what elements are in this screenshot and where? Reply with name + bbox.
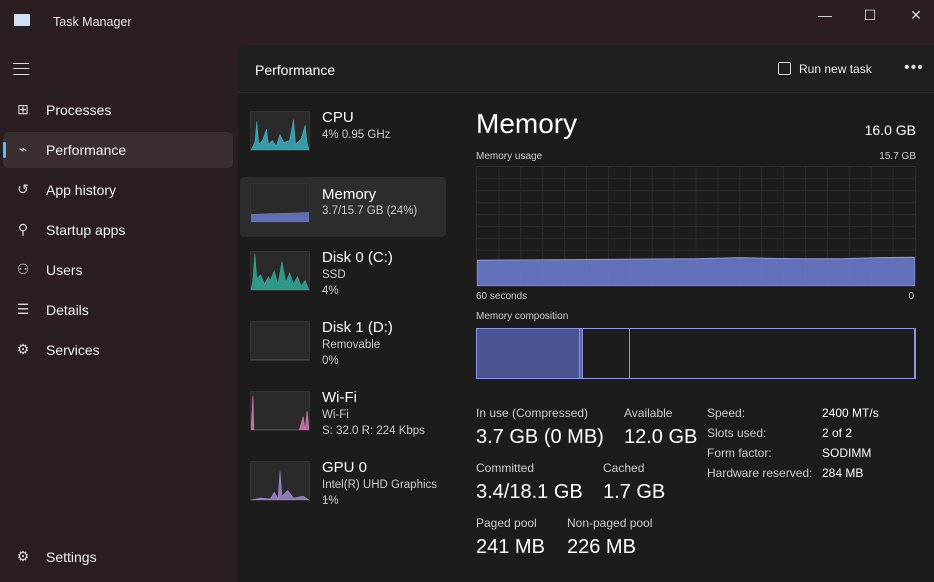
- device-item-disk-0-c[interactable]: Disk 0 (C:) SSD 4%: [240, 241, 446, 311]
- sidebar-item-app-history[interactable]: ↺ App history: [3, 172, 233, 208]
- spec-value: 284 MB: [822, 466, 864, 480]
- hamburger-menu-icon[interactable]: [13, 63, 29, 75]
- task-manager-icon: [14, 14, 30, 26]
- sidebar-item-label: Users: [46, 262, 83, 278]
- usage-max: 15.7 GB: [879, 151, 916, 162]
- sidebar-item-services[interactable]: ⚙ Services: [3, 332, 233, 368]
- paged-pool-label: Paged pool: [476, 516, 537, 530]
- spec-value: SODIMM: [822, 446, 872, 460]
- sparkline-graph: [250, 111, 310, 151]
- device-detail: Wi-Fi: [322, 409, 349, 421]
- device-detail: 4% 0.95 GHz: [322, 129, 391, 141]
- device-item-gpu-0[interactable]: GPU 0 Intel(R) UHD Graphics ... 1%: [240, 451, 446, 521]
- device-list: CPU 4% 0.95 GHz Memory 3.7/15.7 GB (24%)…: [240, 101, 446, 521]
- sidebar-item-label: Services: [46, 342, 100, 358]
- composition-standby: [583, 329, 631, 378]
- sidebar-item-label: App history: [46, 182, 117, 198]
- device-name: Disk 0 (C:): [322, 249, 393, 266]
- users-icon: ⚇: [16, 261, 30, 277]
- memory-usage-graph: [476, 166, 916, 287]
- x-axis-left-label: 60 seconds: [476, 291, 528, 302]
- paged-pool-value: 241 MB: [476, 536, 545, 558]
- available-value: 12.0 GB: [624, 426, 698, 448]
- sidebar-item-details[interactable]: ☰ Details: [3, 292, 233, 328]
- available-label: Available: [624, 406, 673, 420]
- sidebar: ⊞ Processes ⌁ Performance ↺ App history ⚲ Start…: [0, 45, 238, 582]
- sidebar-item-processes[interactable]: ⊞ Processes: [3, 92, 233, 128]
- device-item-disk-1-d[interactable]: Disk 1 (D:) Removable 0%: [240, 311, 446, 381]
- sparkline-graph: [250, 391, 310, 431]
- composition-label: Memory composition: [476, 311, 569, 322]
- committed-label: Committed: [476, 461, 535, 475]
- sidebar-item-label: Performance: [46, 142, 127, 158]
- device-usage: 4%: [322, 285, 339, 297]
- active-indicator: [3, 142, 6, 158]
- performance-icon: ⌁: [18, 141, 28, 157]
- composition-in-use: [477, 329, 581, 378]
- in-use-value: 3.7 GB (0 MB): [476, 426, 604, 448]
- device-name: Disk 1 (D:): [322, 319, 393, 336]
- device-detail: SSD: [322, 269, 346, 281]
- minimize-button[interactable]: —: [803, 4, 847, 26]
- composition-free: [630, 329, 915, 378]
- spec-value: 2400 MT/s: [822, 406, 879, 420]
- spec-label: Form factor:: [707, 446, 772, 460]
- in-use-label: In use (Compressed): [476, 406, 589, 420]
- sidebar-item-label: Processes: [46, 102, 112, 118]
- usage-label: Memory usage: [476, 151, 543, 162]
- device-name: CPU: [322, 109, 354, 126]
- close-button[interactable]: ✕: [894, 4, 934, 26]
- memory-usage-area: [477, 256, 915, 286]
- nonpaged-pool-label: Non-paged pool: [567, 516, 653, 530]
- spec-value: 2 of 2: [822, 426, 853, 440]
- page-title: Performance: [255, 62, 336, 78]
- device-usage: 1%: [322, 495, 339, 507]
- startup-icon: ⚲: [17, 221, 29, 237]
- device-detail: Intel(R) UHD Graphics ...: [322, 479, 438, 503]
- sidebar-item-startup-apps[interactable]: ⚲ Startup apps: [3, 212, 233, 248]
- device-item-cpu[interactable]: CPU 4% 0.95 GHz: [240, 101, 446, 171]
- main-panel: Performance Run new task ••• CPU 4% 0.95…: [238, 45, 934, 582]
- sidebar-item-label: Details: [46, 302, 89, 318]
- sparkline-graph: [250, 461, 310, 501]
- services-icon: ⚙: [16, 341, 30, 357]
- sparkline-graph: [250, 251, 310, 291]
- cached-value: 1.7 GB: [603, 481, 666, 503]
- device-item-memory[interactable]: Memory 3.7/15.7 GB (24%): [240, 177, 446, 237]
- processes-icon: ⊞: [17, 101, 29, 117]
- device-item-wi-fi[interactable]: Wi-Fi Wi-Fi S: 32.0 R: 224 Kbps: [240, 381, 446, 451]
- sparkline-graph: [250, 321, 310, 361]
- device-name: Wi-Fi: [322, 389, 357, 406]
- committed-value: 3.4/18.1 GB: [476, 481, 583, 503]
- nonpaged-pool-value: 226 MB: [567, 536, 636, 558]
- spec-label: Speed:: [707, 406, 746, 420]
- device-usage: 0%: [322, 355, 339, 367]
- title-bar: Task Manager — ☐ ✕: [0, 0, 934, 45]
- spec-label: Hardware reserved:: [707, 466, 813, 480]
- sparkline-graph: [250, 183, 310, 223]
- sidebar-item-label: Startup apps: [46, 222, 126, 238]
- device-name: Memory: [322, 186, 377, 203]
- maximize-button[interactable]: ☐: [848, 4, 892, 26]
- memory-total: 16.0 GB: [864, 122, 916, 138]
- spec-label: Slots used:: [707, 426, 767, 440]
- cached-label: Cached: [603, 461, 645, 475]
- memory-details: Memory 16.0 GB Memory usage 15.7 GB 60 s…: [476, 45, 916, 582]
- sidebar-item-label: Settings: [46, 549, 97, 565]
- sidebar-item-settings[interactable]: ⚙ Settings: [3, 539, 233, 575]
- device-name: GPU 0: [322, 459, 368, 476]
- device-title: Memory: [476, 108, 578, 139]
- sidebar-item-users[interactable]: ⚇ Users: [3, 252, 233, 288]
- device-usage: S: 32.0 R: 224 Kbps: [322, 425, 425, 437]
- details-icon: ☰: [16, 301, 30, 317]
- memory-composition-bar: [476, 328, 916, 379]
- device-detail: Removable: [322, 339, 381, 351]
- window-title: Task Manager: [53, 15, 132, 29]
- x-axis-right-label: 0: [908, 291, 914, 302]
- history-icon: ↺: [17, 181, 29, 197]
- sidebar-item-performance[interactable]: ⌁ Performance: [3, 132, 233, 168]
- device-detail: 3.7/15.7 GB (24%): [322, 205, 418, 217]
- settings-icon: ⚙: [16, 548, 30, 564]
